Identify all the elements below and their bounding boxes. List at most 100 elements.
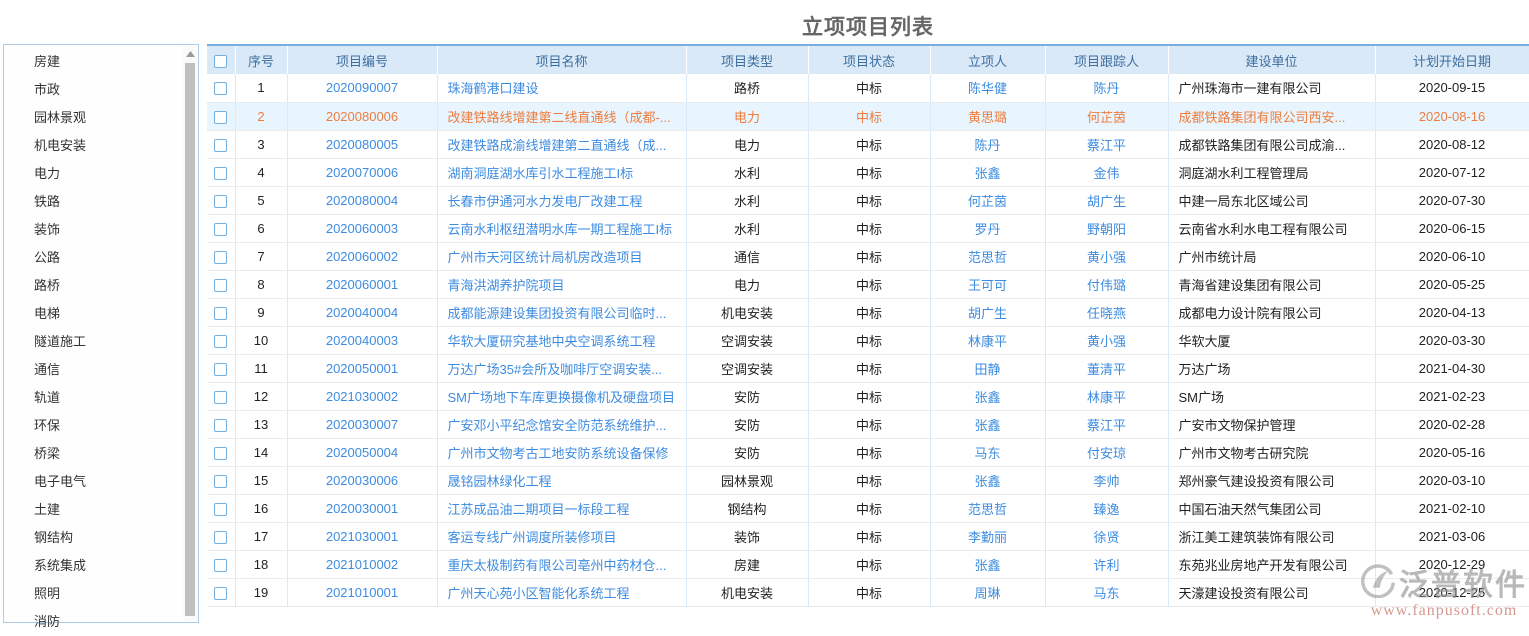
table-row[interactable]: 172021030001客运专线广州调度所装修项目装饰中标李勤丽徐贤浙江美工建筑… <box>207 522 1529 550</box>
sidebar-item[interactable]: 照明 <box>4 580 198 608</box>
cell-initiator-link[interactable]: 张鑫 <box>974 390 1000 405</box>
sidebar-item[interactable]: 公路 <box>4 244 198 272</box>
table-row[interactable]: 62020060003云南水利枢纽潜明水库一期工程施工I标水利中标罗丹野朝阳云南… <box>207 214 1529 242</box>
cell-initiator-link[interactable]: 田静 <box>974 362 1000 377</box>
cell-project-name-link[interactable]: 广州天心苑小区智能化系统工程 <box>448 586 630 601</box>
cell-project-code-link[interactable]: 2021030002 <box>326 389 398 404</box>
row-checkbox[interactable] <box>214 531 227 544</box>
cell-tracker-link[interactable]: 黄小强 <box>1087 250 1126 265</box>
cell-project-name-link[interactable]: 青海洪湖养护院项目 <box>448 278 565 293</box>
row-checkbox[interactable] <box>214 419 227 432</box>
sidebar-item[interactable]: 通信 <box>4 356 198 384</box>
cell-tracker-link[interactable]: 陈丹 <box>1093 81 1119 96</box>
sidebar-item[interactable]: 电梯 <box>4 300 198 328</box>
cell-project-code-link[interactable]: 2020040003 <box>326 333 398 348</box>
table-row[interactable]: 192021010001广州天心苑小区智能化系统工程机电安装中标周琳马东天濠建设… <box>207 578 1529 606</box>
sidebar-item[interactable]: 园林景观 <box>4 104 198 132</box>
cell-tracker-link[interactable]: 林康平 <box>1087 390 1126 405</box>
cell-project-name-link[interactable]: SM广场地下车库更换摄像机及硬盘项目 <box>448 390 676 405</box>
cell-project-code-link[interactable]: 2020080006 <box>326 109 398 124</box>
column-header[interactable]: 序号 <box>235 45 287 74</box>
cell-tracker-link[interactable]: 胡广生 <box>1087 194 1126 209</box>
cell-tracker-link[interactable]: 蔡江平 <box>1087 138 1126 153</box>
cell-project-code-link[interactable]: 2020080005 <box>326 137 398 152</box>
table-row[interactable]: 142020050004广州市文物考古工地安防系统设备保修安防中标马东付安琼广州… <box>207 438 1529 466</box>
column-header[interactable]: 项目名称 <box>437 45 686 74</box>
cell-project-name-link[interactable]: 改建铁路线增建第二线直通线（成都-... <box>448 110 671 125</box>
sidebar-item[interactable]: 土建 <box>4 496 198 524</box>
sidebar-item[interactable]: 电子电气 <box>4 468 198 496</box>
cell-project-name-link[interactable]: 客运专线广州调度所装修项目 <box>448 530 617 545</box>
row-checkbox[interactable] <box>214 279 227 292</box>
cell-tracker-link[interactable]: 蔡江平 <box>1087 418 1126 433</box>
row-checkbox[interactable] <box>214 82 227 95</box>
cell-initiator-link[interactable]: 马东 <box>974 446 1000 461</box>
row-checkbox[interactable] <box>214 475 227 488</box>
table-row[interactable]: 42020070006湖南洞庭湖水库引水工程施工I标水利中标张鑫金伟洞庭湖水利工… <box>207 158 1529 186</box>
cell-project-code-link[interactable]: 2020080004 <box>326 193 398 208</box>
cell-initiator-link[interactable]: 王可可 <box>968 278 1007 293</box>
cell-project-code-link[interactable]: 2020070006 <box>326 165 398 180</box>
cell-initiator-link[interactable]: 胡广生 <box>968 306 1007 321</box>
table-row[interactable]: 112020050001万达广场35#会所及咖啡厅空调安装...空调安装中标田静… <box>207 354 1529 382</box>
row-checkbox[interactable] <box>214 223 227 236</box>
column-header[interactable]: 项目跟踪人 <box>1045 45 1168 74</box>
sidebar-item[interactable]: 房建 <box>4 48 198 76</box>
cell-tracker-link[interactable]: 董清平 <box>1087 362 1126 377</box>
column-header[interactable]: 立项人 <box>930 45 1045 74</box>
select-all-checkbox[interactable] <box>214 55 227 68</box>
cell-initiator-link[interactable]: 周琳 <box>974 586 1000 601</box>
table-row[interactable]: 82020060001青海洪湖养护院项目电力中标王可可付伟璐青海省建设集团有限公… <box>207 270 1529 298</box>
cell-project-code-link[interactable]: 2020050004 <box>326 445 398 460</box>
cell-initiator-link[interactable]: 范思哲 <box>968 250 1007 265</box>
table-row[interactable]: 52020080004长春市伊通河水力发电厂改建工程水利中标何芷茵胡广生中建一局… <box>207 186 1529 214</box>
cell-initiator-link[interactable]: 何芷茵 <box>968 194 1007 209</box>
sidebar-item[interactable]: 环保 <box>4 412 198 440</box>
cell-project-name-link[interactable]: 长春市伊通河水力发电厂改建工程 <box>448 194 643 209</box>
scroll-thumb[interactable] <box>185 63 195 616</box>
sidebar-item[interactable]: 钢结构 <box>4 524 198 552</box>
cell-tracker-link[interactable]: 任晓燕 <box>1087 306 1126 321</box>
cell-initiator-link[interactable]: 范思哲 <box>968 502 1007 517</box>
table-row[interactable]: 132020030007广安邓小平纪念馆安全防范系统维护...安防中标张鑫蔡江平… <box>207 410 1529 438</box>
cell-project-code-link[interactable]: 2020060003 <box>326 221 398 236</box>
cell-project-name-link[interactable]: 珠海鹤港口建设 <box>448 81 539 96</box>
row-checkbox[interactable] <box>214 503 227 516</box>
row-checkbox[interactable] <box>214 363 227 376</box>
sidebar-item[interactable]: 桥梁 <box>4 440 198 468</box>
cell-project-code-link[interactable]: 2020030001 <box>326 501 398 516</box>
cell-project-code-link[interactable]: 2020050001 <box>326 361 398 376</box>
cell-project-code-link[interactable]: 2021010002 <box>326 557 398 572</box>
cell-tracker-link[interactable]: 付安琼 <box>1087 446 1126 461</box>
sidebar-item[interactable]: 铁路 <box>4 188 198 216</box>
cell-project-code-link[interactable]: 2021010001 <box>326 585 398 600</box>
column-header[interactable]: 计划开始日期 <box>1375 45 1529 74</box>
row-checkbox[interactable] <box>214 587 227 600</box>
column-header[interactable]: 建设单位 <box>1168 45 1375 74</box>
cell-tracker-link[interactable]: 许利 <box>1093 558 1119 573</box>
cell-initiator-link[interactable]: 陈丹 <box>974 138 1000 153</box>
column-header[interactable]: 项目状态 <box>808 45 930 74</box>
cell-project-code-link[interactable]: 2020090007 <box>326 80 398 95</box>
cell-initiator-link[interactable]: 黄思璐 <box>968 110 1007 125</box>
scroll-up-icon[interactable] <box>183 46 197 61</box>
table-row[interactable]: 152020030006晟铭园林绿化工程园林景观中标张鑫李帅郑州豪气建设投资有限… <box>207 466 1529 494</box>
sidebar-item[interactable]: 隧道施工 <box>4 328 198 356</box>
table-row[interactable]: 12020090007珠海鹤港口建设路桥中标陈华健陈丹广州珠海市一建有限公司20… <box>207 74 1529 102</box>
cell-tracker-link[interactable]: 徐贤 <box>1093 530 1119 545</box>
cell-tracker-link[interactable]: 野朝阳 <box>1087 222 1126 237</box>
cell-project-code-link[interactable]: 2020060002 <box>326 249 398 264</box>
cell-project-name-link[interactable]: 湖南洞庭湖水库引水工程施工I标 <box>448 166 634 181</box>
row-checkbox[interactable] <box>214 195 227 208</box>
sidebar-item[interactable]: 消防 <box>4 608 198 636</box>
sidebar-item[interactable]: 机电安装 <box>4 132 198 160</box>
cell-initiator-link[interactable]: 陈华健 <box>968 81 1007 96</box>
cell-project-code-link[interactable]: 2021030001 <box>326 529 398 544</box>
cell-tracker-link[interactable]: 马东 <box>1093 586 1119 601</box>
cell-tracker-link[interactable]: 李帅 <box>1093 474 1119 489</box>
row-checkbox[interactable] <box>214 447 227 460</box>
row-checkbox[interactable] <box>214 139 227 152</box>
table-row[interactable]: 122021030002SM广场地下车库更换摄像机及硬盘项目安防中标张鑫林康平S… <box>207 382 1529 410</box>
cell-initiator-link[interactable]: 张鑫 <box>974 166 1000 181</box>
cell-initiator-link[interactable]: 张鑫 <box>974 418 1000 433</box>
